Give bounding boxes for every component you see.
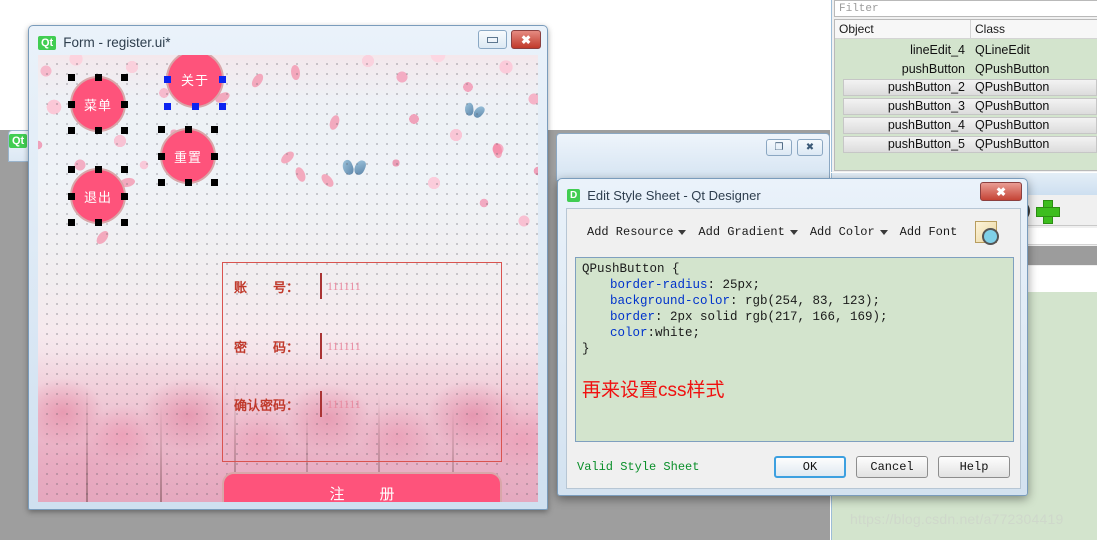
css-value: : 25px; [707,278,761,292]
css-selector: QPushButton { [582,262,680,276]
object-inspector-table[interactable]: Object Class lineEdit_4 QLineEdit pushBu… [834,19,1097,171]
table-row[interactable]: pushButton_3 QPushButton [835,97,1097,116]
background-subwindow: ❐ ✖ [556,133,830,181]
table-row[interactable]: pushButton_5 QPushButton [835,135,1097,154]
designer-logo-icon: D [567,188,581,202]
form-titlebar[interactable]: Qt Form - register.ui* ✖ [29,26,547,54]
form-title: Form - register.ui* [63,35,171,50]
css-property: background-color [610,294,731,308]
object-table-header: Object Class [835,20,1097,39]
add-color-label: Add Color [809,225,875,239]
qt-logo-icon: Qt [38,35,57,50]
cancel-button[interactable]: Cancel [856,456,928,478]
background-subwindow-buttons: ❐ ✖ [766,139,823,156]
account-input[interactable] [320,273,398,299]
cell-object: pushButton_2 [843,79,971,96]
dialog-titlebar[interactable]: D Edit Style Sheet - Qt Designer ✖ [558,179,1027,206]
minimize-button[interactable] [478,30,507,49]
annotation-text: 再来设置css样式 [582,380,725,401]
push-button-reset-label: 重置 [173,149,202,165]
push-button-about-label: 关于 [180,72,209,88]
push-button-exit-label: 退出 [83,189,112,205]
cell-class: QPushButton [971,79,1097,96]
dialog-toolbar: Add Resource Add Gradient Add Color Add … [567,209,1020,255]
chevron-down-icon [678,229,687,235]
object-table-body: lineEdit_4 QLineEdit pushButton QPushBut… [835,39,1097,170]
form-window-controls: ✖ [478,30,541,49]
confirm-password-label: 确认密码： [234,397,300,413]
css-property: border [610,310,656,324]
chevron-down-icon [879,229,888,235]
add-color-menu[interactable]: Add Color [806,223,892,241]
css-property: color [610,326,648,340]
field-row-password: 密 码： [234,333,398,359]
cell-class: QPushButton [971,117,1097,134]
css-value: : 2px solid rgb(217, 166, 169); [655,310,888,324]
add-font-label: Add Font [899,225,958,239]
push-button-exit[interactable]: 退出 [68,166,128,226]
css-closing-brace: } [582,342,590,356]
add-icon[interactable] [1036,199,1060,224]
object-filter-input[interactable]: Filter [834,0,1097,17]
cell-object: pushButton_3 [843,98,971,115]
qt-logo-icon: Qt [9,134,28,148]
add-resource-menu[interactable]: Add Resource [583,223,690,241]
chevron-down-icon [789,229,798,235]
column-header-class: Class [975,22,1006,36]
ok-button[interactable]: OK [774,456,846,478]
watermark-text: https://blog.csdn.net/a772304419 [850,511,1064,527]
push-button-reset[interactable]: 重置 [158,126,218,186]
push-button-menu[interactable]: 菜单 [68,74,128,134]
cell-class: QPushButton [971,136,1097,153]
column-header-object: Object [835,20,971,38]
css-property: border-radius [610,278,708,292]
form-window: Qt Form - register.ui* ✖ 菜单 关于 重置 退出 账 号… [28,25,548,510]
dialog-close-button[interactable]: ✖ [980,182,1022,201]
cell-object: pushButton_5 [843,136,971,153]
css-value: : rgb(254, 83, 123); [730,294,881,308]
cell-object: pushButton_4 [843,117,971,134]
confirm-password-input[interactable] [320,391,398,417]
field-row-confirm-password: 确认密码： [234,391,398,417]
close-icon[interactable]: ✖ [797,139,823,156]
edit-style-sheet-dialog: D Edit Style Sheet - Qt Designer ✖ Add R… [557,178,1028,496]
password-input[interactable] [320,333,398,359]
field-row-account: 账 号： [234,273,398,299]
close-button[interactable]: ✖ [511,30,541,49]
push-button-menu-label: 菜单 [83,97,112,113]
dialog-footer: Valid Style Sheet OK Cancel Help [567,446,1020,488]
add-gradient-label: Add Gradient [698,225,785,239]
add-gradient-menu[interactable]: Add Gradient [694,223,801,241]
cell-class: QPushButton [971,98,1097,115]
table-row[interactable]: pushButton QPushButton [835,59,1097,78]
stylesheet-editor[interactable]: QPushButton { border-radius: 25px; backg… [575,257,1014,442]
account-label: 账 号： [234,279,300,295]
object-inspector-panel: Filter Object Class lineEdit_4 QLineEdit… [831,0,1097,172]
form-canvas[interactable]: 菜单 关于 重置 退出 账 号： 111111 密 码： 111111 确认密码… [38,55,538,502]
cell-object: pushButton [901,61,965,76]
table-row[interactable]: pushButton_4 QPushButton [835,116,1097,135]
preview-magnifier-icon[interactable] [975,221,1000,245]
restore-icon[interactable]: ❐ [766,139,792,156]
register-button[interactable]: 注 册 [222,472,502,502]
cell-class: QLineEdit [975,42,1030,57]
add-font-button[interactable]: Add Font [896,223,962,241]
add-resource-label: Add Resource [587,225,674,239]
table-row[interactable]: pushButton_2 QPushButton [835,78,1097,97]
cell-class: QPushButton [975,61,1050,76]
css-value: :white; [647,326,701,340]
dialog-title: Edit Style Sheet - Qt Designer [587,187,761,203]
validation-status: Valid Style Sheet [577,460,700,474]
cell-object: lineEdit_4 [910,42,965,57]
table-row[interactable]: lineEdit_4 QLineEdit [835,40,1097,59]
screen-root: Filter Object Class lineEdit_4 QLineEdit… [0,0,1097,540]
dialog-body: Add Resource Add Gradient Add Color Add … [566,208,1021,489]
password-label: 密 码： [234,339,300,355]
help-button[interactable]: Help [938,456,1010,478]
